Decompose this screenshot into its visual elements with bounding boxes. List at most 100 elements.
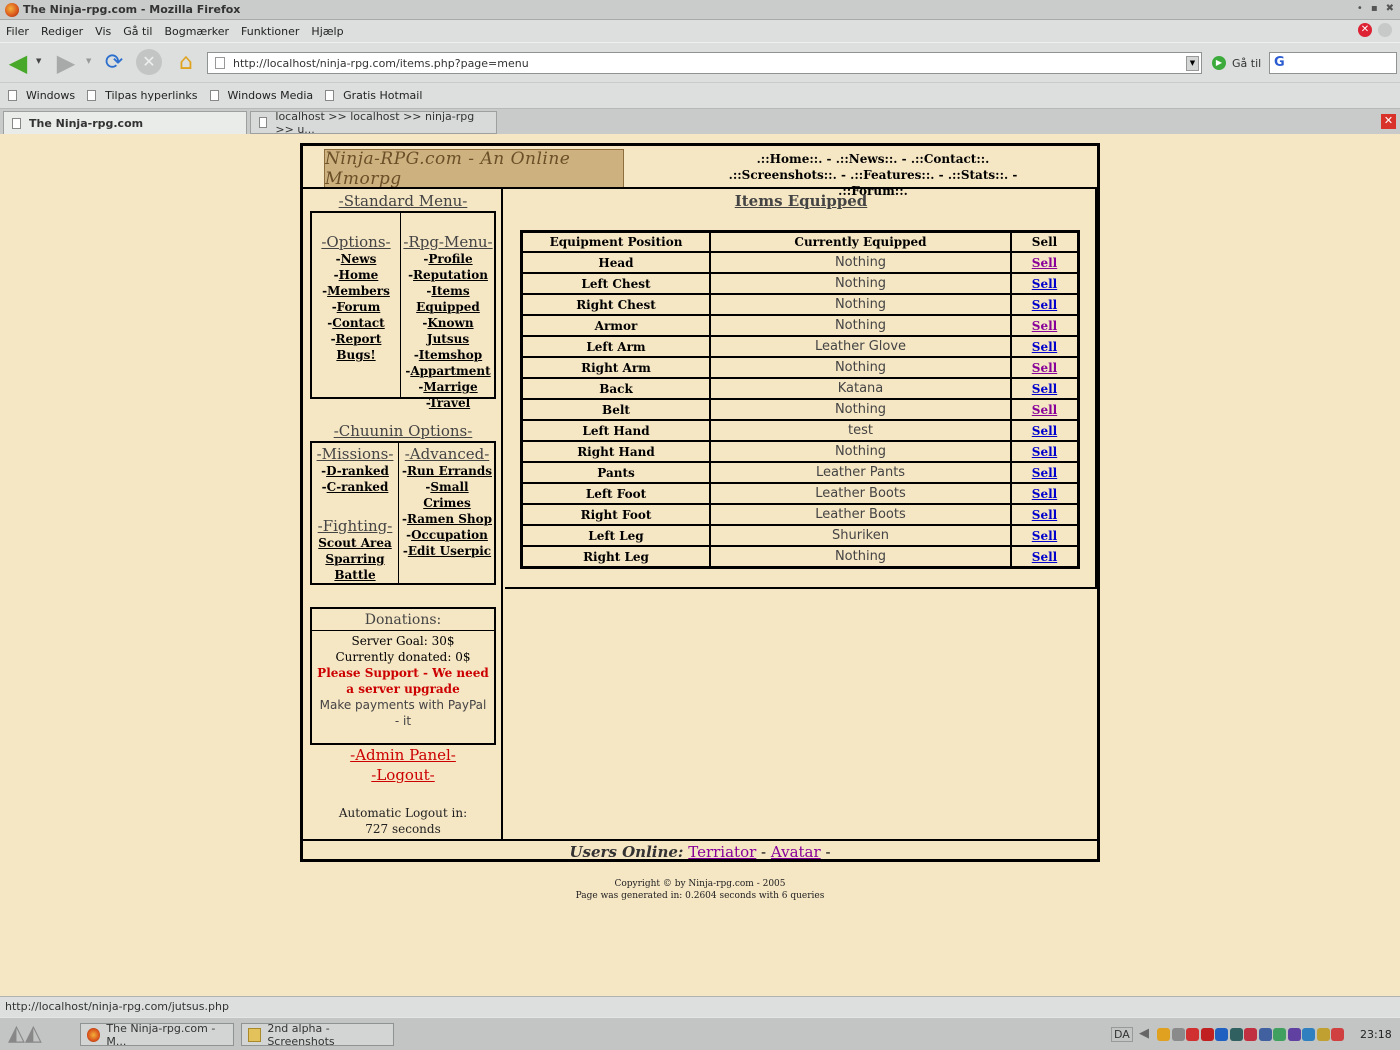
link-travel[interactable]: -Travel [402,395,494,411]
sell-link[interactable]: Sell [1032,382,1057,396]
back-dropdown-icon[interactable]: ▼ [36,57,41,65]
tray-icon[interactable] [1157,1028,1170,1041]
link-home[interactable]: -Home [314,267,398,283]
site-logo[interactable]: Ninja-RPG.com - An Online Mmorpg [324,149,624,189]
sell-link[interactable]: Sell [1032,319,1057,333]
nav-features-link[interactable]: .::Features::. [850,167,934,183]
link-contact[interactable]: -Contact [314,315,398,331]
tray-icon[interactable] [1258,1028,1272,1041]
close-window-button[interactable]: ✖ [1386,3,1394,14]
nav-news-link[interactable]: .::News::. [836,151,898,167]
menu-hjaelp[interactable]: Hjælp [311,25,343,38]
tray-icon[interactable] [1287,1028,1301,1041]
bookmark-windows-media[interactable]: Windows Media [209,89,313,102]
link-ramen-shop[interactable]: -Ramen Shop [400,511,494,527]
stop-icon[interactable]: ✕ [136,49,162,75]
tray-icon[interactable] [1244,1028,1257,1041]
user-link[interactable]: Avatar [771,843,821,861]
link-marrige[interactable]: -Marrige [402,379,494,395]
link-occupation[interactable]: -Occupation [400,527,494,543]
link-report-bugs[interactable]: -Report Bugs! [314,331,398,363]
sell-link[interactable]: Sell [1032,508,1057,522]
menu-gaa-til[interactable]: Gå til [123,25,152,38]
tray-icon[interactable] [1200,1028,1214,1041]
link-battle[interactable]: Battle [314,567,396,583]
paypal-text[interactable]: Make payments with PayPal - it [316,697,490,729]
nav-screenshots-link[interactable]: .::Screenshots::. [729,167,837,183]
admin-panel-link[interactable]: -Admin Panel- [303,746,503,764]
link-sparring[interactable]: Sparring [314,551,396,567]
google-icon[interactable]: G [1274,56,1285,70]
menu-filer[interactable]: Filer [6,25,29,38]
tab-localhost[interactable]: localhost >> localhost >> ninja-rpg >> u… [250,110,497,136]
address-input[interactable]: http://localhost/ninja-rpg.com/items.php… [233,57,529,70]
nav-home-link[interactable]: .::Home::. [757,151,823,167]
link-known-jutsus[interactable]: -Known Jutsus [402,315,494,347]
tray-icon[interactable] [1316,1028,1330,1041]
link-profile[interactable]: -Profile [402,251,494,267]
menu-bogmaerker[interactable]: Bogmærker [164,25,229,38]
reload-icon[interactable]: ⟳ [100,49,128,77]
block-icon[interactable]: ✕ [1358,23,1372,37]
sell-link[interactable]: Sell [1032,256,1057,270]
tray-icon[interactable] [1171,1028,1185,1041]
sell-link[interactable]: Sell [1032,424,1057,438]
forward-dropdown-icon[interactable]: ▼ [86,57,91,65]
link-c-ranked[interactable]: -C-ranked [314,479,396,495]
sell-link[interactable]: Sell [1032,298,1057,312]
bookmark-gratis-hotmail[interactable]: Gratis Hotmail [325,89,422,102]
link-news[interactable]: -News [314,251,398,267]
bookmark-windows[interactable]: Windows [8,89,75,102]
link-members[interactable]: -Members [314,283,398,299]
tray-icon[interactable] [1273,1028,1286,1041]
link-itemshop[interactable]: -Itemshop [402,347,494,363]
sell-link[interactable]: Sell [1032,277,1057,291]
minimize-button[interactable]: • [1357,3,1363,14]
tray-expand-icon[interactable]: ◀ [1139,1026,1149,1041]
history-dropdown-icon[interactable]: ▼ [1186,56,1199,71]
sell-link[interactable]: Sell [1032,340,1057,354]
clock[interactable]: 23:18 [1360,1028,1392,1041]
link-scout-area[interactable]: Scout Area [314,535,396,551]
tab-ninja-rpg[interactable]: The Ninja-rpg.com [3,111,247,134]
back-arrow-icon[interactable]: ◀ [4,49,32,77]
bookmark-tilpas-hyperlinks[interactable]: Tilpas hyperlinks [87,89,198,102]
user-link[interactable]: Terriator [688,843,756,861]
tray-icon[interactable] [1302,1028,1315,1041]
sell-link[interactable]: Sell [1032,445,1057,459]
tray-icon[interactable] [1186,1028,1199,1041]
start-menu-icon[interactable]: ◭◭ [8,1022,68,1046]
link-forum[interactable]: -Forum [314,299,398,315]
taskbar-firefox[interactable]: The Ninja-rpg.com - M... [80,1022,234,1048]
close-tab-icon[interactable]: ✕ [1381,114,1396,129]
nav-stats-link[interactable]: .::Stats::. [948,167,1008,183]
sell-link[interactable]: Sell [1032,466,1057,480]
tray-icon[interactable] [1229,1028,1243,1041]
link-appartment[interactable]: -Appartment [402,363,494,379]
forward-arrow-icon[interactable]: ▶ [52,49,80,77]
link-small-crimes[interactable]: -Small Crimes [400,479,494,511]
search-input[interactable]: G [1269,52,1397,74]
tray-icon[interactable] [1331,1028,1344,1041]
sell-link[interactable]: Sell [1032,529,1057,543]
link-d-ranked[interactable]: -D-ranked [314,463,396,479]
sell-link[interactable]: Sell [1032,487,1057,501]
taskbar-folder[interactable]: 2nd alpha - Screenshots [241,1022,394,1048]
menu-funktioner[interactable]: Funktioner [241,25,299,38]
go-button[interactable]: ▶ Gå til [1212,56,1261,70]
logout-link[interactable]: -Logout- [303,766,503,784]
link-items-equipped[interactable]: -Items Equipped [402,283,494,315]
tray-icon[interactable] [1215,1028,1228,1041]
link-run-errands[interactable]: -Run Errands [400,463,494,479]
link-reputation[interactable]: -Reputation [402,267,494,283]
home-icon[interactable]: ⌂ [172,49,200,77]
menu-rediger[interactable]: Rediger [41,25,83,38]
language-indicator[interactable]: DA [1111,1027,1133,1042]
sell-link[interactable]: Sell [1032,361,1057,375]
link-edit-userpic[interactable]: -Edit Userpic [400,543,494,559]
maximize-button[interactable]: ▪ [1371,3,1378,14]
menu-vis[interactable]: Vis [95,25,111,38]
sell-link[interactable]: Sell [1032,403,1057,417]
address-bar[interactable]: http://localhost/ninja-rpg.com/items.php… [207,52,1202,74]
nav-contact-link[interactable]: .::Contact::. [911,151,990,167]
